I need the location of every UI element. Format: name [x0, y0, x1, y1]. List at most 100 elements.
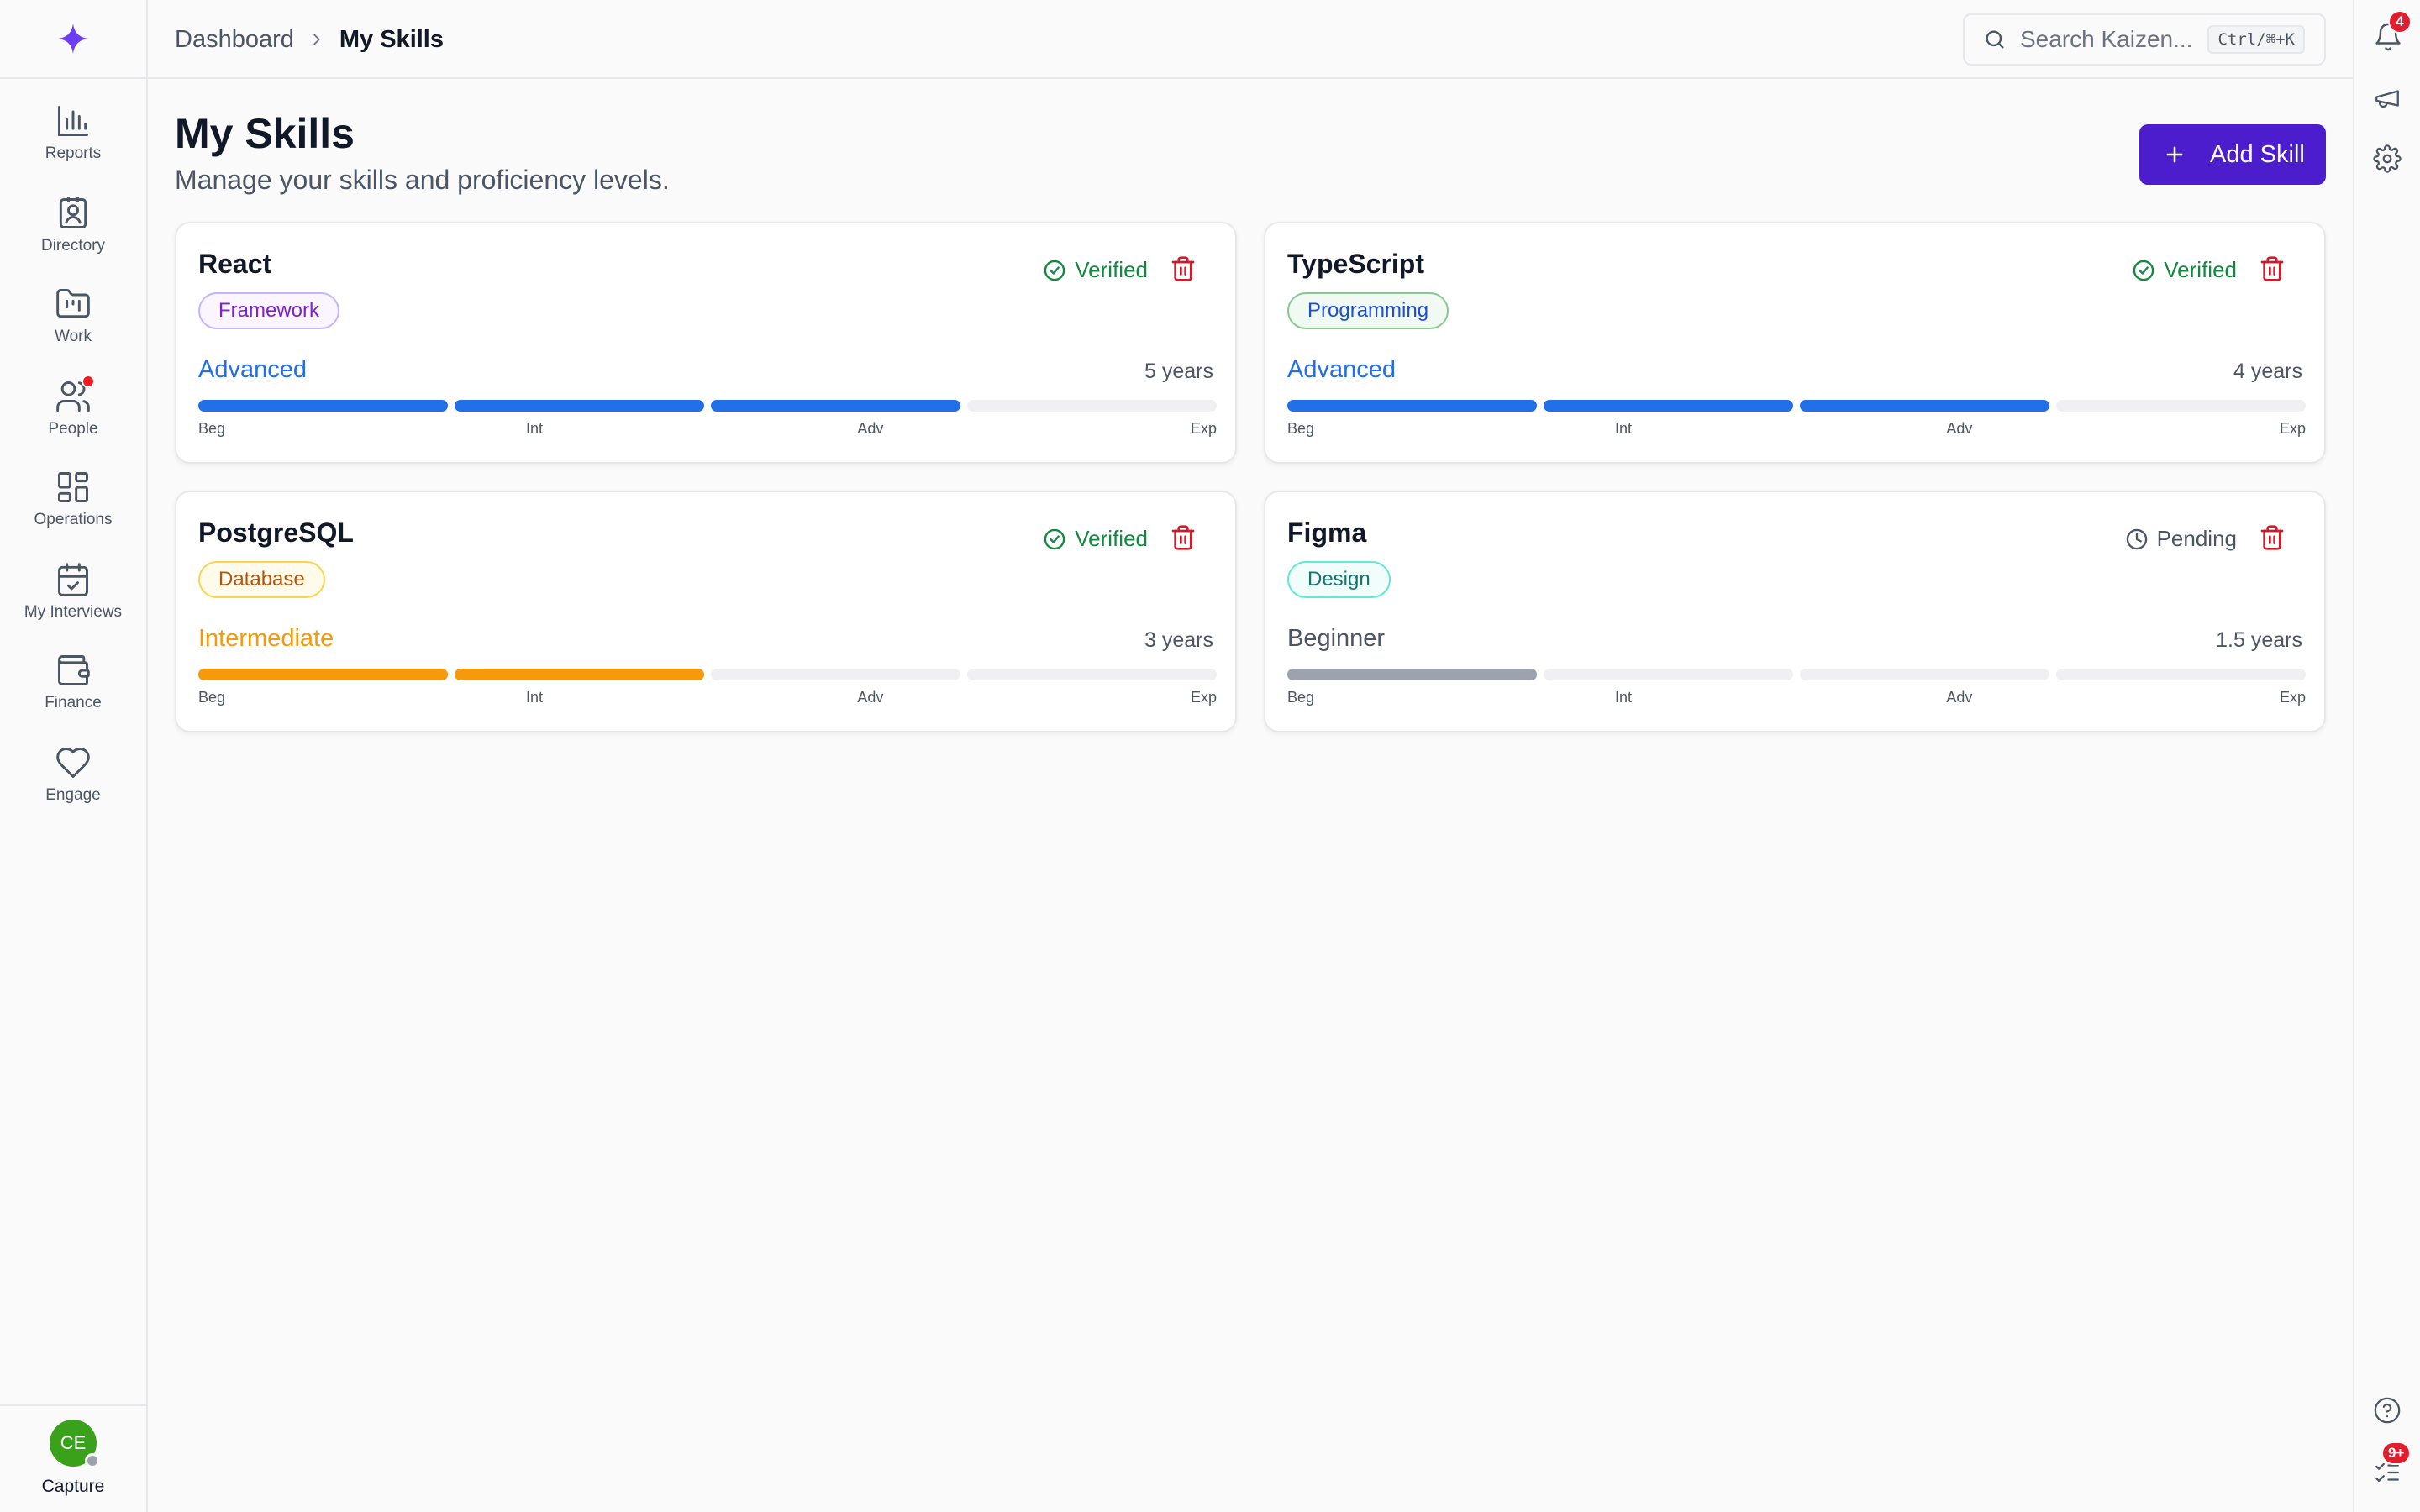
- user-label: Capture: [41, 1477, 105, 1496]
- help-button[interactable]: [2373, 1396, 2407, 1430]
- proficiency-scale-label: Int: [525, 689, 543, 706]
- tasks-count-badge: 9+: [2381, 1441, 2412, 1465]
- verification-status: Pending: [2125, 526, 2237, 552]
- proficiency-scale-label: Exp: [1190, 420, 1217, 437]
- delete-skill-button[interactable]: [2259, 255, 2289, 286]
- proficiency-scale-label: Beg: [1287, 420, 1315, 437]
- add-skill-button[interactable]: Add Skill: [2139, 124, 2326, 185]
- sidebar: Reports Directory Work People Operations…: [0, 0, 148, 1512]
- proficiency-scale-label: Exp: [1190, 689, 1217, 706]
- settings-button[interactable]: [2373, 144, 2407, 178]
- heart-icon: [55, 744, 92, 781]
- trash-icon: [2259, 256, 2286, 286]
- chevron-right-icon: [308, 30, 326, 49]
- proficiency-scale: Beg Int Adv Exp: [198, 689, 1217, 709]
- sidebar-item-label: Reports: [45, 144, 102, 162]
- breadcrumb-dashboard-link[interactable]: Dashboard: [175, 26, 294, 54]
- sidebar-item-label: Engage: [45, 786, 101, 804]
- experience-years: 3 years: [1144, 628, 1213, 652]
- experience-years: 5 years: [1144, 360, 1213, 383]
- proficiency-segment: [455, 400, 704, 412]
- proficiency-segment: [1544, 669, 1793, 680]
- proficiency-scale-label: Exp: [2279, 420, 2306, 437]
- proficiency-scale-label: Adv: [857, 689, 884, 706]
- proficiency-level: Advanced: [1287, 356, 1396, 383]
- sidebar-item-reports[interactable]: Reports: [0, 102, 146, 163]
- check-circle-icon: [2132, 259, 2155, 282]
- skill-name: TypeScript: [1287, 249, 1424, 279]
- sidebar-item-engage[interactable]: Engage: [0, 744, 146, 805]
- user-menu[interactable]: CE Capture: [0, 1404, 146, 1512]
- clock-icon: [2125, 528, 2149, 551]
- proficiency-segment: [967, 669, 1217, 680]
- calendar-check-icon: [55, 561, 92, 598]
- keyboard-shortcut-hint: Ctrl/⌘+K: [2207, 25, 2305, 54]
- proficiency-segment: [2056, 669, 2306, 680]
- proficiency-level: Advanced: [198, 356, 307, 383]
- sidebar-item-work[interactable]: Work: [0, 286, 146, 346]
- proficiency-segment: [2056, 400, 2306, 412]
- app-logo[interactable]: [0, 0, 146, 79]
- sidebar-item-directory[interactable]: Directory: [0, 195, 146, 255]
- proficiency-scale-label: Beg: [198, 420, 226, 437]
- proficiency-level: Beginner: [1287, 625, 1386, 652]
- proficiency-bar: [198, 669, 1217, 680]
- delete-skill-button[interactable]: [2259, 524, 2289, 554]
- page-subtitle: Manage your skills and proficiency level…: [175, 165, 670, 195]
- proficiency-segment: [1544, 400, 1793, 412]
- sidebar-item-operations[interactable]: Operations: [0, 469, 146, 529]
- category-tag: Programming: [1287, 292, 1449, 329]
- check-circle-icon: [1043, 259, 1066, 282]
- sidebar-item-my-interviews[interactable]: My Interviews: [0, 561, 146, 622]
- delete-skill-button[interactable]: [1170, 255, 1200, 286]
- proficiency-scale-label: Exp: [2279, 689, 2306, 706]
- sidebar-item-label: Directory: [40, 237, 105, 255]
- help-circle-icon: [2373, 1397, 2402, 1428]
- tasks-button[interactable]: 9+: [2373, 1441, 2412, 1492]
- users-icon: [55, 375, 95, 415]
- experience-years: 4 years: [2233, 360, 2302, 383]
- category-tag: Framework: [198, 292, 340, 329]
- trash-icon: [1170, 256, 1197, 286]
- proficiency-scale-label: Int: [1614, 689, 1632, 706]
- experience-years: 1.5 years: [2216, 628, 2302, 652]
- notifications-button[interactable]: 4: [2373, 10, 2412, 55]
- sidebar-item-label: People: [48, 420, 98, 438]
- proficiency-segment: [1287, 669, 1537, 680]
- category-tag: Design: [1287, 561, 1391, 598]
- sidebar-item-people[interactable]: People: [0, 375, 146, 438]
- delete-skill-button[interactable]: [1170, 524, 1200, 554]
- breadcrumb-current: My Skills: [339, 25, 444, 53]
- sidebar-item-label: Operations: [34, 511, 113, 528]
- proficiency-scale-label: Beg: [1287, 689, 1315, 706]
- right-rail: 4 9+: [2353, 0, 2420, 1512]
- sidebar-item-label: Work: [55, 328, 92, 345]
- contact-card-icon: [55, 195, 92, 232]
- proficiency-bar: [1287, 400, 2306, 412]
- proficiency-segment: [1800, 669, 2049, 680]
- skill-name: Figma: [1287, 517, 1367, 548]
- notification-count-badge: 4: [2388, 10, 2412, 34]
- folder-kanban-icon: [55, 286, 92, 323]
- status-label: Pending: [2156, 526, 2237, 551]
- proficiency-segment: [198, 400, 448, 412]
- proficiency-segment: [711, 669, 960, 680]
- search-input[interactable]: Search Kaizen... Ctrl/⌘+K: [1963, 13, 2326, 66]
- add-skill-label: Add Skill: [2210, 140, 2305, 168]
- proficiency-bar: [1287, 669, 2306, 680]
- notification-dot: [82, 375, 95, 388]
- avatar-initials: CE: [60, 1432, 87, 1453]
- skill-card: TypeScript Verified Programming Advanced 4 y…: [1264, 222, 2326, 464]
- checklist-icon: [2373, 1462, 2402, 1490]
- presence-status-dot: [85, 1453, 100, 1468]
- wallet-icon: [55, 652, 92, 689]
- verification-status: Verified: [1043, 526, 1148, 552]
- page-title: My Skills: [175, 110, 355, 157]
- sidebar-item-label: My Interviews: [24, 603, 123, 621]
- announcements-button[interactable]: [2373, 84, 2407, 118]
- avatar[interactable]: CE: [50, 1420, 100, 1468]
- sidebar-item-finance[interactable]: Finance: [0, 652, 146, 712]
- proficiency-scale: Beg Int Adv Exp: [1287, 420, 2306, 440]
- skill-name: PostgreSQL: [198, 517, 354, 548]
- proficiency-segment: [711, 400, 960, 412]
